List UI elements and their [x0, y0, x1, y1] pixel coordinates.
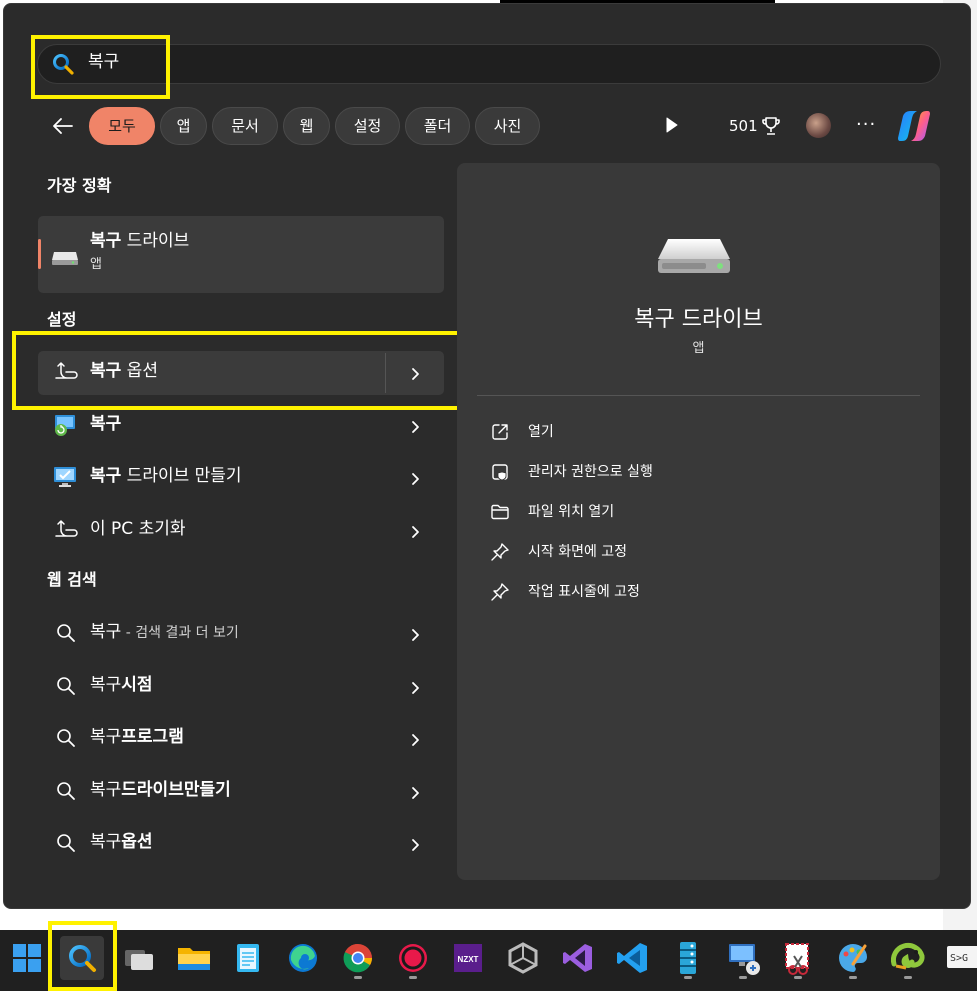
- best-match-subtitle: 앱: [90, 257, 102, 272]
- chevron-right-icon[interactable]: [409, 627, 421, 641]
- pin-icon: [490, 542, 510, 562]
- section-best-match: 가장 정확: [47, 176, 112, 195]
- chevron-right-icon[interactable]: [409, 732, 421, 746]
- highlight-search-box: [31, 35, 170, 99]
- action-pin-to-start[interactable]: 시작 화면에 고정: [528, 542, 627, 562]
- preview-title: 복구 드라이브: [634, 307, 763, 332]
- action-pin-to-taskbar[interactable]: 작업 표시줄에 고정: [528, 582, 640, 602]
- avatar[interactable]: [806, 113, 831, 138]
- create-recovery-drive-icon: [52, 464, 78, 490]
- more-options-icon[interactable]: ···: [856, 114, 876, 136]
- chevron-right-icon[interactable]: [409, 785, 421, 799]
- search-icon: [55, 622, 77, 644]
- back-arrow-icon[interactable]: [48, 111, 78, 141]
- section-web-search: 웹 검색: [47, 570, 97, 589]
- folder-icon: [490, 502, 510, 522]
- nzxt-icon[interactable]: NZXT: [446, 936, 490, 980]
- settings-item-reset-pc[interactable]: 이 PC 초기화: [90, 517, 186, 541]
- chevron-right-icon[interactable]: [409, 471, 421, 485]
- web-search-item[interactable]: 복구드라이브만들기: [90, 778, 231, 803]
- filter-chip-apps[interactable]: 앱: [160, 107, 207, 145]
- file-explorer-icon[interactable]: [172, 936, 216, 980]
- best-match-title: 복구 드라이브: [90, 231, 190, 251]
- filter-chip-photos[interactable]: 사진: [475, 107, 540, 145]
- search-icon: [55, 832, 77, 854]
- search-icon: [55, 675, 77, 697]
- chameleon-icon[interactable]: [886, 936, 930, 980]
- action-run-as-admin[interactable]: 관리자 권한으로 실행: [528, 462, 653, 482]
- snip-icon[interactable]: [776, 936, 820, 980]
- chevron-right-icon[interactable]: [409, 680, 421, 694]
- terminal-icon[interactable]: S>G: [941, 936, 977, 980]
- running-indicator: [904, 976, 912, 979]
- reset-pc-icon: [52, 517, 78, 543]
- copilot-icon[interactable]: [895, 108, 933, 144]
- running-indicator: [849, 976, 857, 979]
- remote-desktop-icon[interactable]: [721, 936, 765, 980]
- run-as-admin-icon: [490, 462, 510, 482]
- web-search-item[interactable]: 복구프로그램: [90, 725, 184, 750]
- windows-start-icon[interactable]: [5, 936, 49, 980]
- selection-indicator: [38, 239, 41, 269]
- trophy-icon[interactable]: [762, 116, 780, 136]
- action-open[interactable]: 열기: [528, 422, 554, 442]
- recovery-drive-icon: [50, 246, 80, 268]
- chevron-right-icon[interactable]: [409, 837, 421, 851]
- server-icon[interactable]: [666, 936, 710, 980]
- search-icon: [55, 780, 77, 802]
- notepad-icon[interactable]: [226, 936, 270, 980]
- search-input[interactable]: [37, 44, 941, 84]
- running-indicator: [794, 976, 802, 979]
- settings-item-create-recovery-drive[interactable]: 복구 드라이브 만들기: [90, 464, 242, 488]
- highlight-taskbar-search: [48, 921, 117, 991]
- task-view-icon[interactable]: [117, 936, 161, 980]
- vscode-icon[interactable]: [611, 936, 655, 980]
- preview-subtitle: 앱: [692, 341, 705, 356]
- chrome-icon[interactable]: [336, 936, 380, 980]
- divider: [477, 395, 920, 396]
- settings-item-recovery[interactable]: 복구: [90, 412, 121, 436]
- svg-text:NZXT: NZXT: [458, 955, 479, 964]
- record-icon[interactable]: [391, 936, 435, 980]
- web-search-item[interactable]: 복구 - 검색 결과 더 보기: [90, 620, 239, 645]
- visual-studio-icon[interactable]: [556, 936, 600, 980]
- section-settings: 설정: [47, 310, 77, 329]
- action-open-file-location[interactable]: 파일 위치 열기: [528, 502, 614, 522]
- running-indicator: [684, 976, 692, 979]
- web-search-item[interactable]: 복구시점: [90, 673, 153, 698]
- search-icon: [55, 727, 77, 749]
- svg-text:S>G: S>G: [950, 953, 968, 964]
- running-indicator: [409, 976, 417, 979]
- running-indicator: [354, 976, 362, 979]
- chevron-right-icon[interactable]: [409, 524, 421, 538]
- highlight-recovery-options: [12, 331, 471, 410]
- paint-icon[interactable]: [831, 936, 875, 980]
- unity-icon[interactable]: [501, 936, 545, 980]
- filter-chip-all[interactable]: 모두: [89, 107, 155, 145]
- chevron-right-icon[interactable]: [409, 419, 421, 433]
- running-indicator: [739, 976, 747, 979]
- filter-chip-folders[interactable]: 폴더: [405, 107, 470, 145]
- web-search-item[interactable]: 복구옵션: [90, 830, 153, 855]
- rewards-points[interactable]: 501: [729, 114, 758, 138]
- pin-icon: [490, 582, 510, 602]
- filter-chip-web[interactable]: 웹: [283, 107, 330, 145]
- play-icon[interactable]: [665, 117, 679, 133]
- recovery-drive-icon: [654, 233, 734, 281]
- filter-chip-documents[interactable]: 문서: [212, 107, 278, 145]
- edge-icon[interactable]: [281, 936, 325, 980]
- recovery-monitor-icon: [52, 412, 78, 438]
- filter-chip-settings[interactable]: 설정: [335, 107, 400, 145]
- open-external-icon: [490, 422, 510, 442]
